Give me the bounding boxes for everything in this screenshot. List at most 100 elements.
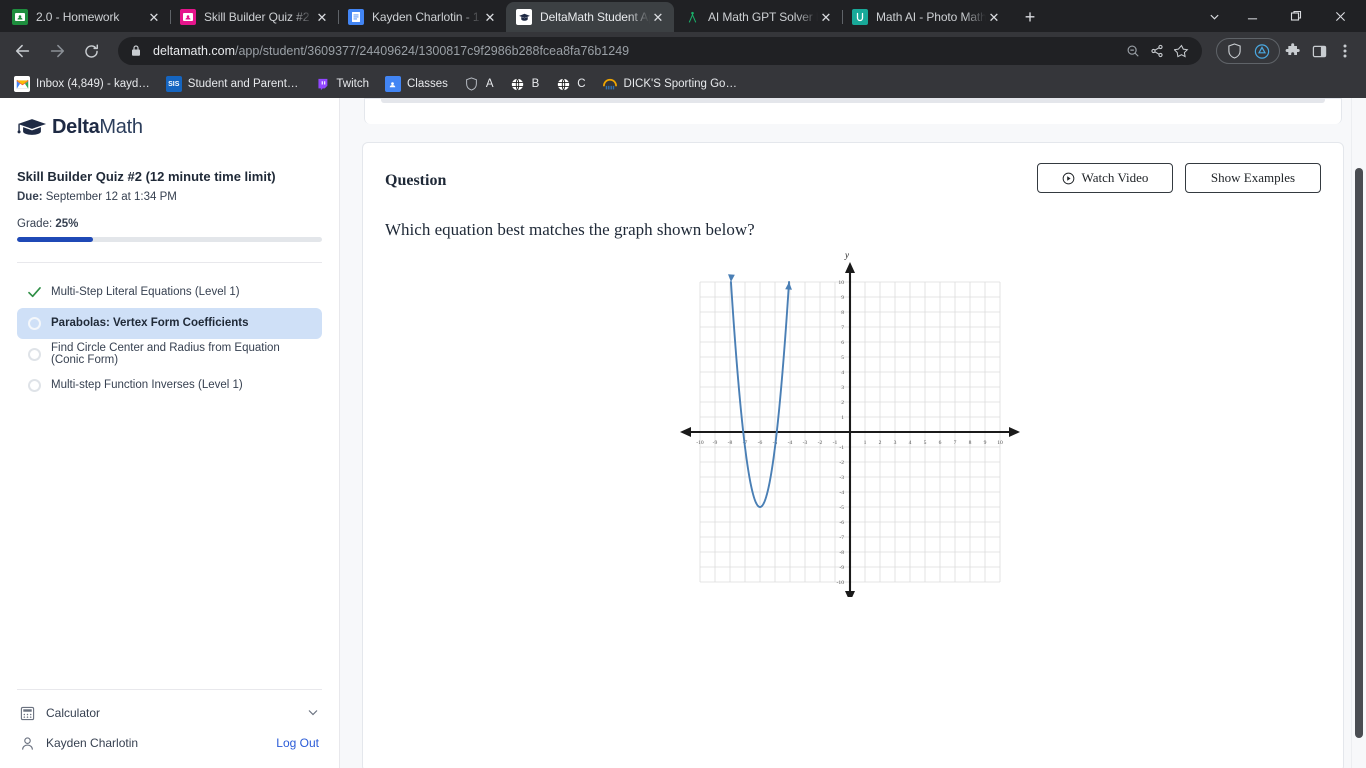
browser-tab-2[interactable]: Kayden Charlotin - 1.18 ✕ [338,2,507,32]
bookmark-item-a[interactable]: A [456,73,502,95]
bookmark-item-dicks[interactable]: DICK'S Sporting Go… [594,73,745,95]
svg-text:-3: -3 [803,440,808,446]
calculator-row[interactable]: Calculator [17,698,322,728]
svg-text:1: 1 [841,415,844,421]
bookmark-label: Twitch [336,78,369,90]
close-icon[interactable]: ✕ [146,9,162,25]
sidebar-item-problem-0[interactable]: Multi-Step Literal Equations (Level 1) [17,277,322,308]
svg-text:y: y [844,252,849,260]
tab-title: Kayden Charlotin - 1.18 [372,10,482,24]
minimize-icon[interactable] [1230,0,1274,32]
tab-title: Math AI - Photo Math S [876,10,986,24]
footer-divider [17,689,322,690]
brave-rewards-icon[interactable] [1249,36,1275,66]
classroom-icon [180,9,196,25]
url-host: deltamath.com [153,44,235,58]
svg-text:2: 2 [841,400,844,406]
forward-arrow-icon[interactable] [42,36,72,66]
back-arrow-icon[interactable] [8,36,38,66]
maximize-icon[interactable] [1274,0,1318,32]
assignment-title: Skill Builder Quiz #2 (12 minute time li… [17,169,276,184]
sidebar-item-problem-3[interactable]: Multi-step Function Inverses (Level 1) [17,370,322,401]
logout-link[interactable]: Log Out [276,736,319,750]
main-content: Question Watch Video Show Examples Which… [340,98,1366,768]
bookmark-item-c[interactable]: C [547,73,593,95]
bookmark-label: Student and Parent… [187,78,299,90]
question-card: Question Watch Video Show Examples Which… [362,142,1344,768]
brave-shield-icon[interactable] [1221,36,1247,66]
svg-text:9: 9 [841,295,844,301]
share-icon[interactable] [1146,40,1168,62]
svg-text:-1: -1 [833,440,838,446]
svg-text:-2: -2 [818,440,823,446]
reload-icon[interactable] [76,36,106,66]
chrome-menu-icon[interactable] [1332,36,1358,66]
bookmark-item-b[interactable]: B [502,73,548,95]
scrollbar-thumb[interactable] [1355,168,1363,738]
browser-tab-0[interactable]: 2.0 - Homework ✕ [2,2,171,32]
svg-text:7: 7 [841,325,844,331]
bookmark-label: A [485,78,494,90]
bookmark-item-inbox[interactable]: Inbox (4,849) - kayd… [6,73,158,95]
grade-progress-fill [17,236,94,242]
svg-text:10: 10 [838,280,844,286]
window-controls [1198,0,1366,32]
page-scrollbar[interactable] [1351,98,1366,768]
svg-text:-6: -6 [758,440,763,446]
sidebar-item-problem-1[interactable]: Parabolas: Vertex Form Coefficients [17,307,322,339]
new-tab-button[interactable]: + [1016,3,1044,31]
browser-tab-3[interactable]: DeltaMath Student App ✕ [506,2,674,32]
chevron-down-icon[interactable] [307,706,319,721]
bookmark-label: C [577,78,586,90]
bookmark-item-classes[interactable]: Classes [377,73,456,95]
chevron-down-icon[interactable] [1198,0,1230,32]
grade-label: Grade: [17,217,53,230]
side-panel-icon[interactable] [1306,36,1332,66]
svg-text:2: 2 [879,440,882,446]
close-icon[interactable]: ✕ [314,9,330,25]
graph-container: xy-10-9-8-7-6-5-4-3-2-112345678910-10-9-… [385,252,1321,597]
sidebar-footer: Calculator Kayden Charlotin Log Out [17,689,322,768]
close-icon[interactable]: ✕ [818,9,834,25]
browser-tab-4[interactable]: AI Math GPT Solver Pow ✕ [674,2,843,32]
sidebar-item-problem-2[interactable]: Find Circle Center and Radius from Equat… [17,339,322,370]
svg-text:3: 3 [841,385,844,391]
close-icon[interactable]: ✕ [986,9,1002,25]
svg-text:6: 6 [841,340,844,346]
svg-text:8: 8 [969,440,972,446]
bookmark-label: Inbox (4,849) - kayd… [36,78,150,90]
extensions-puzzle-icon[interactable] [1280,36,1306,66]
close-icon[interactable]: ✕ [650,9,666,25]
close-icon[interactable]: ✕ [482,9,498,25]
user-row: Kayden Charlotin Log Out [17,728,322,758]
watch-video-button[interactable]: Watch Video [1037,163,1173,193]
browser-tab-5[interactable]: Math AI - Photo Math S ✕ [842,2,1010,32]
address-bar[interactable]: deltamath.com/app/student/3609377/244096… [118,37,1202,65]
show-examples-button[interactable]: Show Examples [1185,163,1321,193]
close-icon[interactable] [1318,0,1362,32]
browser-window: 2.0 - Homework ✕ Skill Builder Quiz #2 (… [0,0,1366,768]
bookmark-item-sis[interactable]: SIS Student and Parent… [158,73,307,95]
bookmark-label: DICK'S Sporting Go… [623,78,737,90]
browser-tab-1[interactable]: Skill Builder Quiz #2 (12 ✕ [170,2,339,32]
deltamath-icon [516,9,532,25]
peek-white [365,110,1341,124]
calculator-icon [20,706,35,721]
problem-label: Multi-Step Literal Equations (Level 1) [51,286,240,299]
tab-title: Skill Builder Quiz #2 (12 [204,10,314,24]
problem-label: Find Circle Center and Radius from Equat… [51,342,280,367]
bookmark-item-twitch[interactable]: Twitch [306,73,377,95]
svg-text:1: 1 [864,440,867,446]
logo-text: DeltaMath [52,116,143,139]
question-prompt: Which equation best matches the graph sh… [385,220,755,239]
zoom-out-icon[interactable] [1122,40,1144,62]
svg-text:-6: -6 [839,520,844,526]
svg-text:4: 4 [909,440,912,446]
classroom-icon [12,9,28,25]
user-name: Kayden Charlotin [46,736,139,750]
bookmark-star-icon[interactable] [1170,40,1192,62]
svg-text:10: 10 [997,440,1003,446]
globe-icon [555,76,571,92]
twitch-icon [314,76,330,92]
question-section-label: Question [385,172,447,189]
